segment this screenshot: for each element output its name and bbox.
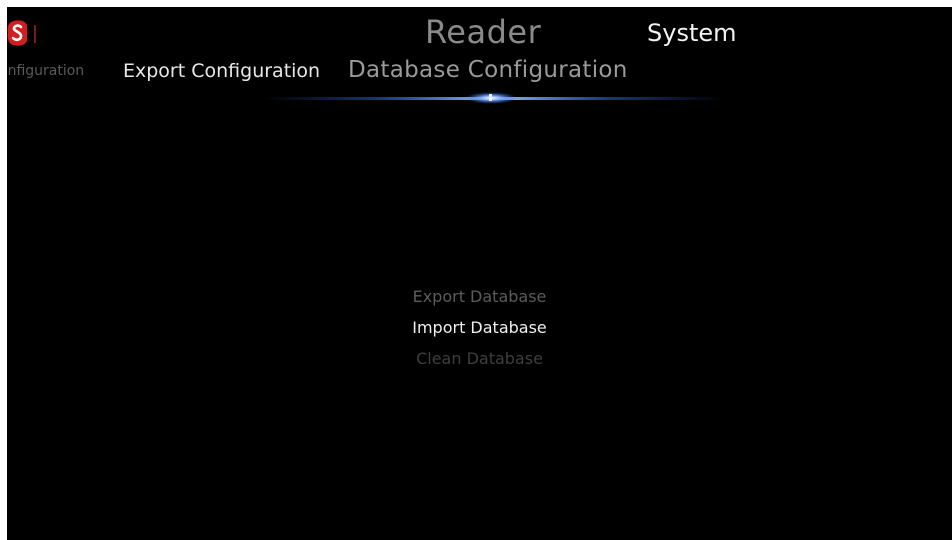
tv-screen: Reader System onfiguration Export Config… <box>7 7 952 540</box>
menu-item-import-database[interactable]: Import Database <box>7 318 952 337</box>
logo-divider <box>34 25 36 43</box>
brand-s-logo-icon <box>7 19 29 47</box>
selection-glow-indicator <box>265 91 725 105</box>
menu-item-clean-database[interactable]: Clean Database <box>7 349 952 368</box>
sub-nav-previous-configuration[interactable]: onfiguration <box>7 63 84 79</box>
top-nav-system[interactable]: System <box>647 19 737 47</box>
sub-nav-database-configuration[interactable]: Database Configuration <box>348 57 628 83</box>
sub-nav-export-configuration[interactable]: Export Configuration <box>123 60 320 82</box>
menu-item-export-database[interactable]: Export Database <box>7 287 952 306</box>
top-nav-reader[interactable]: Reader <box>425 13 541 51</box>
